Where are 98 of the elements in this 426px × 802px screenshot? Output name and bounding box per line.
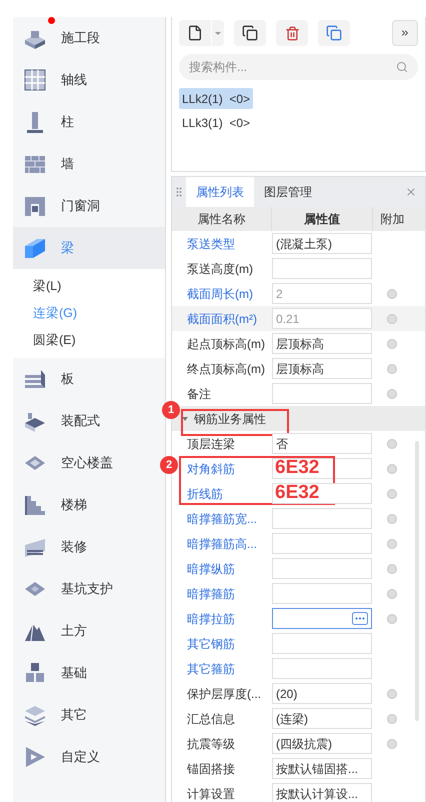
property-value-field[interactable]: (连梁) [272, 708, 372, 729]
copy-icon [242, 25, 258, 41]
sidebar-subitem[interactable]: 梁(L) [13, 273, 165, 300]
attach-radio[interactable] [387, 564, 397, 574]
property-name: 其它钢筋 [186, 636, 236, 652]
sidebar-item[interactable]: 施工段 [13, 17, 165, 59]
attach-radio[interactable] [387, 588, 397, 598]
close-icon[interactable] [405, 186, 417, 198]
attach-radio[interactable] [387, 438, 397, 448]
attach-radio[interactable] [387, 338, 397, 348]
property-value-field[interactable] [272, 608, 372, 629]
attach-radio[interactable] [387, 514, 397, 524]
callout-badge: 1 [162, 401, 180, 419]
search-field[interactable]: 搜索构件... [179, 54, 418, 80]
property-name: 暗撑箍筋宽... [186, 510, 258, 528]
property-name: 顶层连梁 [186, 436, 236, 452]
sidebar-item[interactable]: 装配式 [13, 400, 165, 442]
panel-tab[interactable]: 图层管理 [254, 177, 322, 207]
component-item[interactable]: LLk3(1) <0> [179, 112, 254, 133]
property-name: 保护层厚度(... [186, 686, 262, 702]
sidebar-item[interactable]: 装修 [13, 526, 165, 568]
property-name: 汇总信息 [186, 710, 236, 728]
triangle-frame-icon [23, 745, 47, 769]
attach-radio[interactable] [387, 538, 397, 548]
annotation-text: 6E32 [275, 457, 320, 479]
attach-radio[interactable] [387, 614, 397, 624]
property-name: 锚固搭接 [186, 760, 236, 778]
annotation-text: 6E32 [275, 482, 320, 504]
sidebar-item[interactable]: 土方 [13, 610, 165, 652]
property-name: 暗撑纵筋 [186, 560, 236, 578]
attach-radio[interactable] [387, 488, 397, 498]
attach-radio[interactable] [387, 388, 397, 398]
property-name: 其它箍筋 [186, 660, 236, 678]
attach-radio[interactable] [387, 464, 397, 474]
attach-radio[interactable] [387, 738, 397, 748]
attach-radio[interactable] [387, 288, 397, 298]
property-name: 折线筋 [186, 486, 224, 502]
sidebar-item[interactable]: 轴线 [13, 59, 165, 101]
double-chevron-icon [400, 28, 410, 38]
property-name: 暗撑箍筋高... [186, 536, 258, 552]
group-header: 钢筋业务属性 [194, 410, 266, 428]
cubes-icon [23, 661, 47, 685]
beam-icon [23, 236, 47, 260]
property-name: 抗震等级 [186, 736, 236, 752]
property-name: 起点顶标高(m) [186, 336, 266, 352]
sidebar-item[interactable]: 柱 [13, 101, 165, 143]
sidebar-subitem[interactable]: 圆梁(E) [13, 327, 165, 354]
property-value-field[interactable]: 按默认计算设... [272, 783, 372, 802]
column-header: 属性名称 [172, 207, 272, 231]
sidebar-item[interactable]: 基础 [13, 652, 165, 694]
layers-icon [23, 703, 47, 727]
sidebar-item[interactable]: 板 [13, 358, 165, 400]
sidebar-item[interactable]: 其它 [13, 694, 165, 736]
property-value-field[interactable]: 按默认锚固搭... [272, 758, 372, 779]
property-name: 终点顶标高(m) [186, 360, 266, 378]
copy-button[interactable] [234, 20, 266, 46]
sidebar-item[interactable]: 楼梯 [13, 484, 165, 526]
property-value-field[interactable]: (20) [272, 683, 372, 704]
property-name: 备注 [186, 386, 212, 402]
more-button[interactable] [352, 612, 368, 625]
property-name: 对角斜筋 [186, 460, 236, 478]
column-header: 属性值 [272, 207, 373, 231]
caret-icon [215, 32, 221, 34]
duplicate-button[interactable] [318, 20, 350, 46]
property-value-field[interactable]: (混凝土泵) [272, 233, 372, 254]
attach-radio[interactable] [387, 714, 397, 724]
trash-icon [284, 26, 300, 40]
grid-icon [23, 68, 47, 92]
sidebar-item[interactable]: 基坑支护 [13, 568, 165, 610]
copy-icon [326, 25, 342, 41]
property-name: 暗撑箍筋 [186, 586, 236, 602]
attach-radio[interactable] [387, 688, 397, 698]
delete-button[interactable] [276, 20, 308, 46]
stairs-icon [23, 493, 47, 517]
sidebar-item[interactable]: 墙 [13, 143, 165, 185]
file-icon [187, 25, 203, 41]
property-name: 暗撑拉筋 [186, 610, 236, 628]
property-name: 计算设置 [186, 786, 236, 802]
sidebar-item[interactable]: 门窗洞 [13, 185, 165, 227]
sidebar-item[interactable]: 自定义 [13, 736, 165, 778]
new-file-button[interactable] [179, 20, 211, 46]
property-name: 泵送高度(m) [186, 260, 254, 278]
column-header: 附加 [380, 211, 406, 228]
panel-tab[interactable]: 属性列表 [186, 177, 254, 207]
property-value-field[interactable]: 层顶标高 [272, 358, 372, 379]
attach-radio[interactable] [387, 364, 397, 374]
property-name: 截面面积(m²) [186, 310, 258, 328]
callout-badge: 2 [160, 456, 178, 474]
search-icon [396, 61, 408, 73]
expand-button[interactable] [392, 20, 418, 46]
property-name: 泵送类型 [186, 236, 236, 252]
property-value-field[interactable]: 否 [272, 433, 372, 454]
attach-radio[interactable] [387, 314, 397, 324]
doorway-icon [23, 194, 47, 218]
component-item[interactable]: LLk2(1) <0> [179, 88, 254, 109]
property-value-field[interactable]: (四级抗震) [272, 733, 372, 754]
property-value-field[interactable]: 层顶标高 [272, 333, 372, 354]
property-name: 截面周长(m) [186, 286, 254, 302]
